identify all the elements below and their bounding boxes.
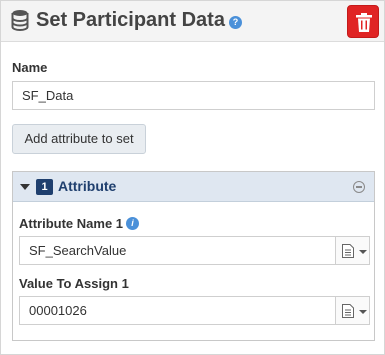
panel-header: Set Participant Data ? — [1, 1, 384, 42]
page-title: Set Participant Data — [36, 9, 225, 31]
value-to-assign-input[interactable]: 00001026 — [19, 296, 336, 325]
name-label: Name — [12, 60, 48, 75]
info-icon[interactable]: i — [126, 217, 139, 230]
remove-attribute-icon[interactable] — [353, 181, 365, 193]
caret-down-icon — [359, 310, 367, 314]
document-icon — [342, 304, 354, 318]
add-attribute-button[interactable]: Add attribute to set — [12, 124, 146, 154]
attribute-name-type-button[interactable] — [336, 236, 370, 265]
help-icon[interactable]: ? — [229, 16, 242, 29]
database-icon — [11, 10, 29, 31]
value-to-assign-label: Value To Assign 1 — [19, 276, 129, 291]
attribute-title: Attribute — [58, 178, 117, 194]
document-icon — [342, 244, 354, 258]
attribute-name-label: Attribute Name 1 — [19, 216, 124, 231]
attribute-header[interactable]: 1 Attribute — [13, 172, 374, 202]
attribute-index-badge: 1 — [36, 179, 53, 195]
attribute-section: 1 Attribute Attribute Name 1 i SF_Search… — [12, 171, 375, 341]
chevron-down-icon[interactable] — [20, 184, 30, 190]
set-participant-data-panel: Set Participant Data ? Name SF_Data Add … — [0, 0, 385, 355]
caret-down-icon — [359, 250, 367, 254]
value-type-button[interactable] — [336, 296, 370, 325]
delete-button[interactable] — [347, 5, 379, 38]
trash-icon — [356, 13, 372, 32]
attribute-name-input[interactable]: SF_SearchValue — [19, 236, 336, 265]
name-input[interactable]: SF_Data — [12, 81, 375, 110]
